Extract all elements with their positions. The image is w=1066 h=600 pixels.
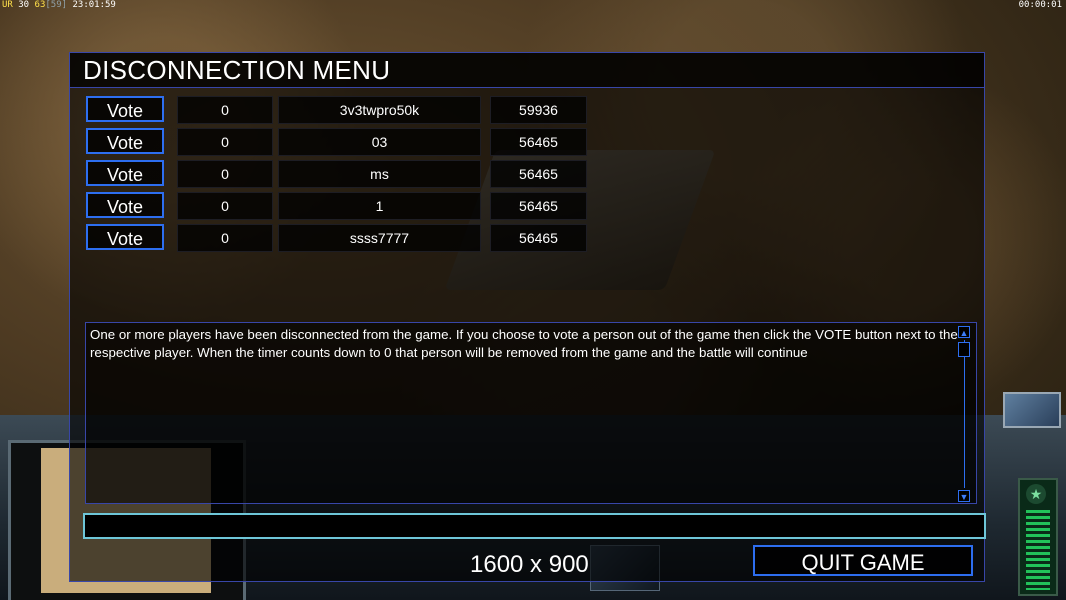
- timeout-counter: 59936: [490, 96, 587, 124]
- power-bar: [1026, 510, 1050, 590]
- game-screen: ★ UR 30 63[59] 23:01:59 00:00:01 DISCONN…: [0, 0, 1066, 600]
- vote-count: 0: [177, 192, 273, 220]
- vote-count: 0: [177, 160, 273, 188]
- timeout-counter: 56465: [490, 224, 587, 252]
- message-scrollbar[interactable]: ▲ ▼: [958, 326, 972, 502]
- status-bar-left: UR 30 63[59] 23:01:59: [2, 0, 116, 10]
- dialog-title: DISCONNECTION MENU: [83, 55, 391, 85]
- ur-value: 30: [18, 0, 30, 10]
- fps-bracket: [59]: [45, 0, 68, 10]
- message-panel: One or more players have been disconnect…: [85, 322, 977, 504]
- vote-count: 0: [177, 96, 273, 124]
- game-timer: 00:00:01: [1018, 0, 1062, 10]
- vote-count: 0: [177, 224, 273, 252]
- satellite-icon: [1003, 392, 1061, 428]
- vote-button[interactable]: Vote: [86, 128, 164, 154]
- scroll-down-arrow-icon[interactable]: ▼: [958, 490, 970, 502]
- scroll-thumb[interactable]: [958, 342, 970, 357]
- vote-button[interactable]: Vote: [86, 192, 164, 218]
- disconnect-message: One or more players have been disconnect…: [90, 327, 958, 360]
- scroll-up-arrow-icon[interactable]: ▲: [958, 326, 970, 338]
- vote-button[interactable]: Vote: [86, 96, 164, 122]
- timeout-counter: 56465: [490, 128, 587, 156]
- vote-button[interactable]: Vote: [86, 160, 164, 186]
- fps-value: 63: [34, 0, 46, 10]
- resolution-label: 1600 x 900: [470, 551, 589, 578]
- ur-label: UR: [2, 0, 13, 10]
- vote-count: 0: [177, 128, 273, 156]
- timeout-counter: 56465: [490, 192, 587, 220]
- quit-game-button[interactable]: QUIT GAME: [753, 545, 973, 576]
- player-name: 1: [278, 192, 481, 220]
- vote-button[interactable]: Vote: [86, 224, 164, 250]
- clock: 23:01:59: [72, 0, 116, 10]
- scroll-track[interactable]: [964, 340, 965, 488]
- power-meter: ★: [1018, 478, 1058, 596]
- disconnection-dialog: DISCONNECTION MENU Vote 0 3v3twpro50k 59…: [69, 52, 986, 582]
- star-icon: ★: [1026, 484, 1046, 504]
- chat-input[interactable]: [83, 513, 986, 539]
- player-name: ssss7777: [278, 224, 481, 252]
- player-name: 03: [278, 128, 481, 156]
- player-name: 3v3twpro50k: [278, 96, 481, 124]
- player-name: ms: [278, 160, 481, 188]
- timeout-counter: 56465: [490, 160, 587, 188]
- dialog-header: DISCONNECTION MENU: [70, 53, 984, 88]
